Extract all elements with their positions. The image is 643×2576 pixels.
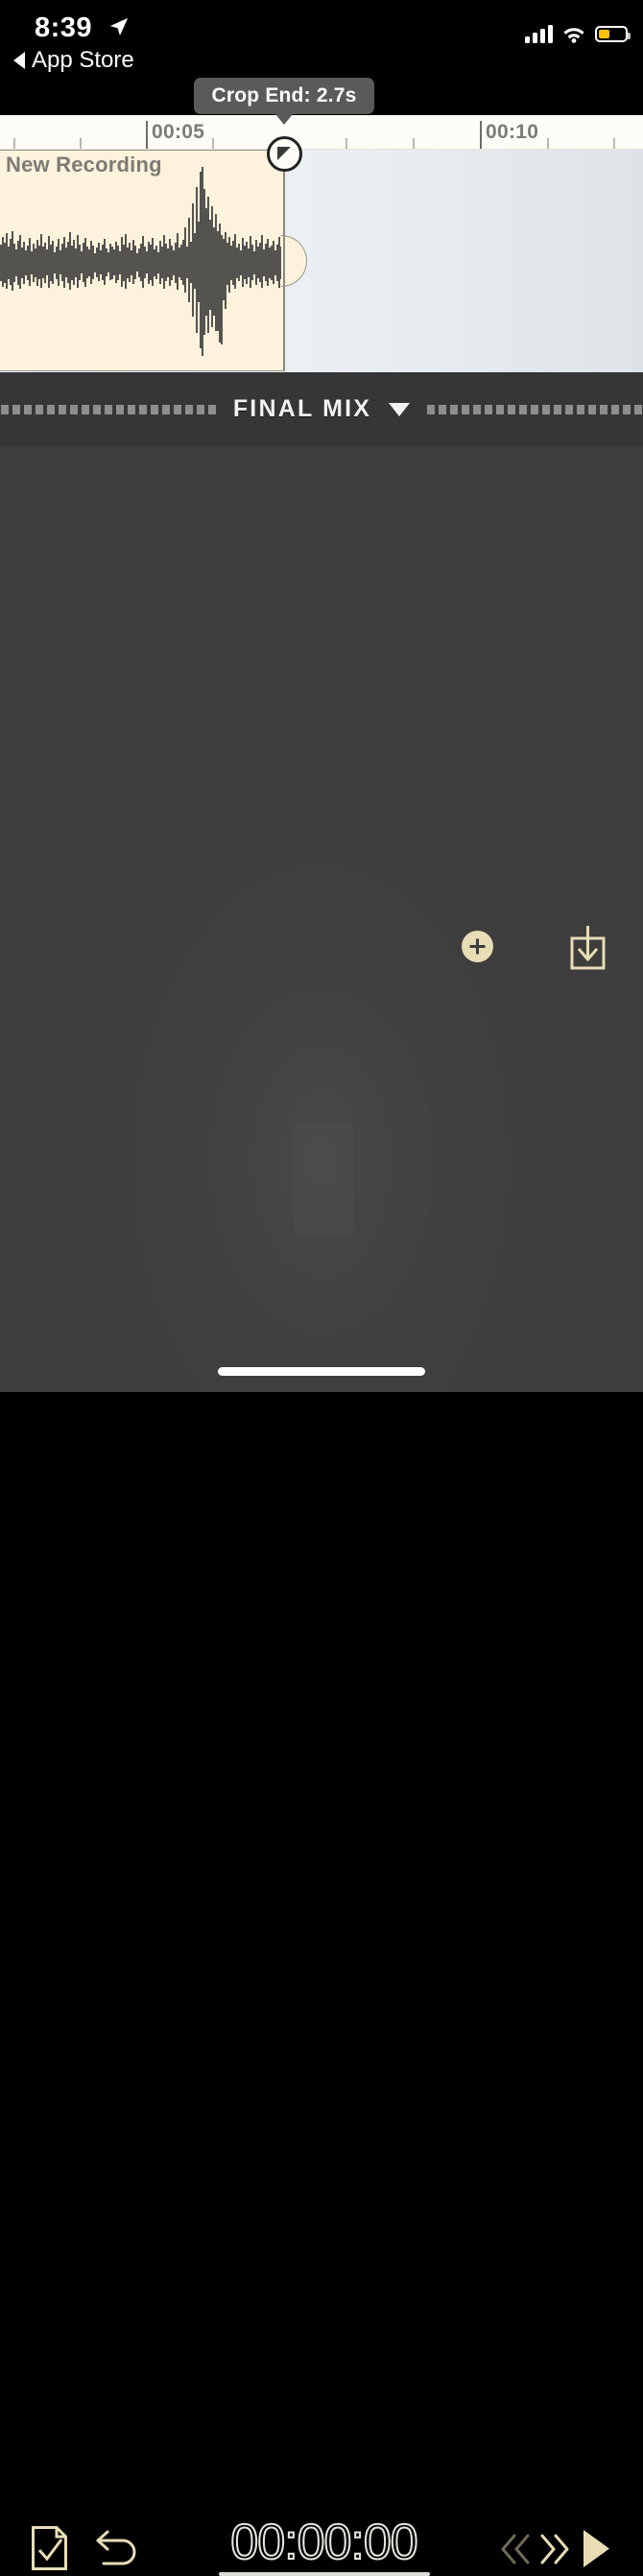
mix-bar-dashes-right [427,404,643,414]
document-check-icon[interactable] [31,2525,68,2571]
final-mix-bar[interactable]: FINAL MIX [0,372,643,446]
back-to-app-store-button[interactable]: App Store [13,47,134,74]
home-indicator[interactable] [218,1367,425,1376]
crop-end-handle-icon[interactable] [267,136,302,172]
clip-title: New Recording [6,153,162,177]
clip-trim-handle[interactable] [281,234,307,287]
chevron-down-icon[interactable] [389,402,411,416]
ruler-tick [547,138,549,149]
crop-end-marker-line [283,150,285,371]
rewind-icon[interactable] [497,2532,536,2566]
waveform [0,167,282,356]
ruler-tick-major [480,121,482,149]
status-bar-indicators [525,25,631,43]
crop-end-tooltip: Crop End: 2.7s [194,78,374,125]
bottom-toolbar: 00:00:00 [0,1252,643,2576]
ruler-tick [212,138,214,149]
play-icon[interactable] [582,2529,610,2568]
final-mix-label: FINAL MIX [232,395,372,422]
add-track-button[interactable] [462,931,493,962]
plus-icon [469,938,486,955]
crop-end-tooltip-label: Crop End: 2.7s [211,84,357,106]
ruler-tick [80,138,82,149]
timeline-area[interactable]: 00:05 00:10 New Recording [0,115,643,372]
ruler-tick [613,138,615,149]
mix-bar-dashes-left [0,404,216,414]
main-canvas [0,446,643,1392]
cellular-bars-icon [525,25,553,43]
timecode-underline [218,2571,430,2576]
timecode-display[interactable]: 00:00:00 [216,2515,432,2576]
ruler-label-5s: 00:05 [152,121,205,143]
status-bar-time: 8:39 [35,12,93,43]
back-label: App Store [32,47,134,73]
ruler-label-10s: 00:10 [486,121,539,143]
ruler-tick [413,138,415,149]
audio-clip[interactable]: New Recording [0,150,307,371]
wifi-icon [563,28,584,43]
back-caret-icon [13,52,25,69]
ruler-tick [13,138,15,149]
download-box-icon[interactable] [568,924,607,970]
location-arrow-icon [109,17,129,36]
fast-forward-icon[interactable] [535,2532,573,2566]
undo-arrow-icon[interactable] [94,2528,140,2570]
ruler-tick-major [146,121,148,149]
battery-low-power-icon [595,26,631,42]
timecode-value: 00:00:00 [229,2515,418,2570]
ruler-tick [345,138,347,149]
timeline-ruler[interactable]: 00:05 00:10 [0,115,643,150]
